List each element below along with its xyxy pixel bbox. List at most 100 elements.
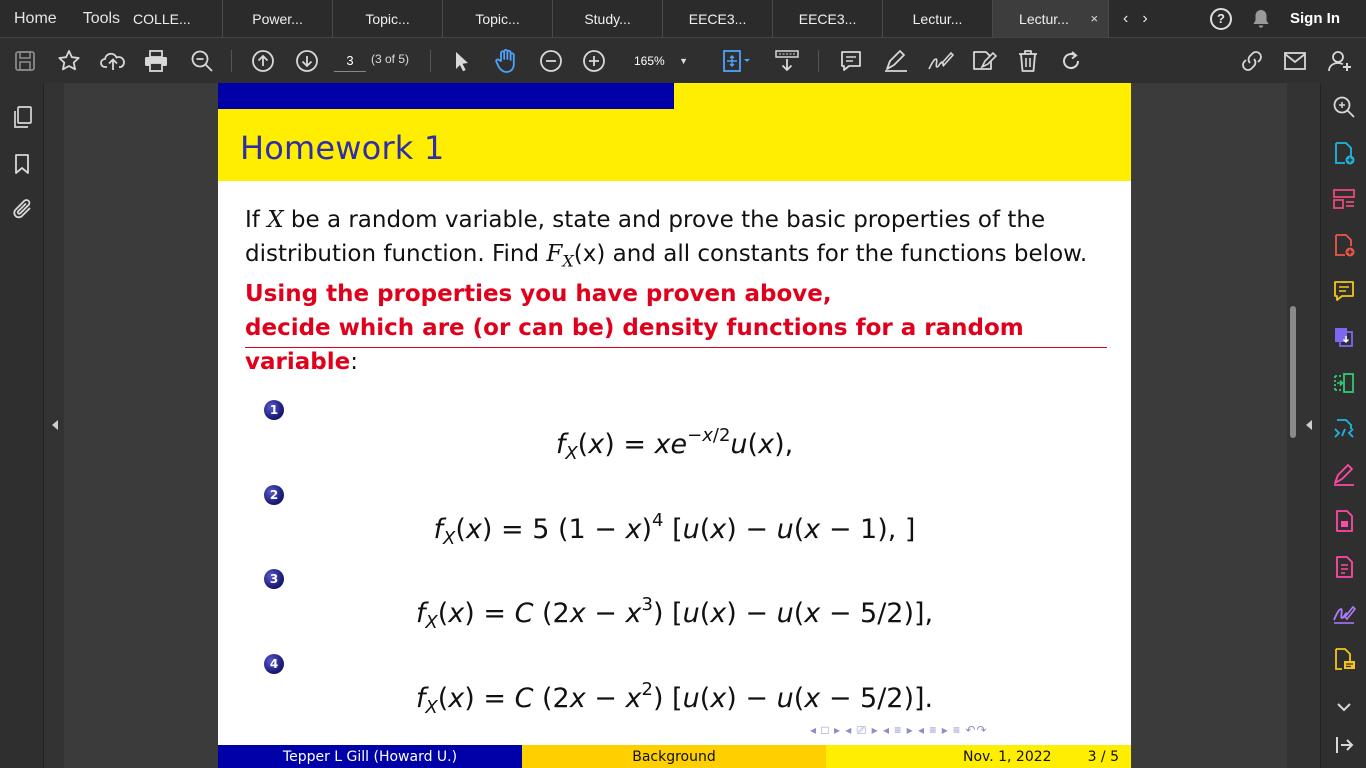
top-right-controls: ? Sign In	[1210, 0, 1366, 37]
statement-text-3: and all constants for the functions belo…	[605, 241, 1088, 267]
zoom-level-select[interactable]: 165% ▼	[622, 49, 698, 73]
formula-3: fX(x) = C (2x − x3) [u(x) − u(x − 5/2)],	[415, 594, 934, 633]
rotate-icon[interactable]	[1058, 38, 1084, 84]
attachment-paperclip-icon[interactable]	[12, 197, 34, 221]
scroll-mode-icon[interactable]	[772, 38, 802, 84]
organize-pages-icon[interactable]	[1332, 187, 1356, 211]
footer-date-page: Nov. 1, 2022 3 / 5	[826, 745, 1131, 768]
right-tools-rail	[1320, 83, 1366, 768]
chevron-down-icon[interactable]	[1332, 695, 1356, 719]
footer-page: 3 / 5	[1087, 748, 1119, 765]
alert-line-1: Using the properties you have proven abo…	[245, 281, 832, 307]
page-title: Homework 1	[240, 129, 445, 167]
sign-in-link[interactable]: Sign In	[1290, 10, 1340, 27]
home-link[interactable]: Home	[0, 0, 70, 37]
tools-link[interactable]: Tools	[70, 0, 133, 37]
tab-bar: Home Tools COLLE... Power... Topic... To…	[0, 0, 1366, 37]
doc-tab-active[interactable]: Lectur... ×	[992, 0, 1109, 37]
edit-text-icon[interactable]	[970, 38, 998, 84]
item-number-3: 3	[264, 569, 284, 589]
combine-files-icon[interactable]	[1332, 325, 1356, 349]
protect-icon[interactable]	[1332, 509, 1356, 533]
chevron-left-icon[interactable]: ‹	[1123, 10, 1128, 28]
email-icon[interactable]	[1282, 38, 1308, 84]
doc-tab-6[interactable]: EECE3...	[662, 0, 772, 37]
request-signature-icon[interactable]	[1332, 601, 1356, 625]
vertical-scrollbar-thumb[interactable]	[1290, 306, 1296, 438]
bell-icon[interactable]	[1252, 9, 1270, 29]
add-comment-icon[interactable]	[1332, 279, 1356, 303]
item-number-1: 1	[264, 400, 284, 420]
doc-tab-3[interactable]: Topic...	[332, 0, 442, 37]
cloud-upload-icon[interactable]	[100, 38, 126, 84]
help-icon[interactable]: ?	[1210, 7, 1232, 30]
footer-section: Background	[522, 745, 826, 768]
edit-pdf-icon[interactable]	[1332, 417, 1356, 441]
page-count-label: (3 of 5)	[371, 52, 410, 66]
doc-tab-2[interactable]: Power...	[222, 0, 332, 37]
fill-sign-icon[interactable]	[1332, 463, 1356, 487]
chevron-right-icon[interactable]: ›	[1142, 10, 1147, 28]
alert-line-2: decide which are (or can be) density fun…	[245, 315, 1024, 375]
doc-tab-active-label: Lectur...	[1019, 10, 1069, 27]
zoom-in-icon[interactable]	[581, 38, 607, 84]
highlight-pen-icon[interactable]	[882, 38, 910, 84]
item-number-2: 2	[264, 485, 284, 505]
page-thumbnails-icon[interactable]	[12, 105, 34, 129]
zoom-level-value: 165%	[634, 54, 665, 68]
pdf-page: Homework 1 If X be a random variable, st…	[218, 83, 1131, 768]
export-pdf-icon[interactable]	[1332, 233, 1356, 257]
bookmark-icon[interactable]	[12, 153, 32, 175]
statement-text-1: If	[245, 207, 268, 233]
footer-author: Tepper L Gill (Howard U.)	[218, 745, 522, 768]
alert-statement: Using the properties you have proven abo…	[245, 277, 1110, 379]
link-icon[interactable]	[1238, 38, 1266, 84]
slide-footer: Tepper L Gill (Howard U.) Background Nov…	[218, 745, 1131, 768]
previous-page-icon[interactable]	[250, 38, 276, 84]
problem-statement: If X be a random variable, state and pro…	[245, 203, 1115, 279]
sign-pen-icon[interactable]	[926, 38, 954, 84]
zoom-out-icon[interactable]	[538, 38, 564, 84]
statement-arg: (x)	[573, 241, 606, 267]
left-navigation-rail	[0, 83, 44, 768]
doc-tab-7[interactable]: EECE3...	[772, 0, 882, 37]
compress-pdf-icon[interactable]	[1332, 371, 1356, 395]
close-tab-icon[interactable]: ×	[1090, 11, 1098, 26]
beamer-navigation-symbols[interactable]: ◂ □ ▸ ◂ ⎚ ▸ ◂ ≡ ▸ ◂ ≡ ▸ ≡ ↶↷	[810, 723, 988, 738]
send-comments-icon[interactable]	[1332, 647, 1356, 671]
tab-scroll-arrows: ‹ ›	[1108, 0, 1166, 37]
alert-underline	[245, 347, 1107, 348]
collapse-left-panel-icon[interactable]	[52, 420, 58, 430]
statement-var-x: X	[267, 207, 284, 233]
toolbar: 3 (3 of 5) 165% ▼	[0, 37, 1366, 83]
print-icon[interactable]	[143, 38, 169, 84]
hand-tool-icon[interactable]	[493, 38, 519, 84]
zoom-search-icon[interactable]	[189, 38, 215, 84]
comment-icon[interactable]	[838, 38, 864, 84]
doc-tab-4[interactable]: Topic...	[442, 0, 552, 37]
item-number-4: 4	[264, 654, 284, 674]
create-pdf-icon[interactable]	[1332, 141, 1356, 165]
statement-var-f: F	[546, 241, 563, 267]
chevron-down-icon: ▼	[679, 56, 688, 66]
trash-icon[interactable]	[1015, 38, 1041, 84]
fit-page-icon[interactable]	[720, 38, 754, 84]
prepare-form-icon[interactable]	[1332, 555, 1356, 579]
add-user-icon[interactable]	[1326, 38, 1354, 84]
formula-4: fX(x) = C (2x − x2) [u(x) − u(x − 5/2)].	[415, 679, 934, 718]
next-page-icon[interactable]	[294, 38, 320, 84]
doc-tab-8[interactable]: Lectur...	[882, 0, 992, 37]
statement-sub-x: X	[562, 251, 574, 271]
save-icon[interactable]	[12, 38, 38, 84]
doc-tab-1[interactable]: COLLE...	[133, 0, 222, 37]
search-zoom-icon[interactable]	[1332, 95, 1356, 119]
alert-colon: :	[350, 349, 358, 375]
select-cursor-icon[interactable]	[450, 38, 474, 84]
doc-tab-5[interactable]: Study...	[552, 0, 662, 37]
collapse-right-panel-icon[interactable]	[1306, 420, 1312, 430]
page-number-input[interactable]: 3	[334, 50, 366, 72]
formula-1: fX(x) = xe−x/2u(x),	[555, 425, 794, 464]
header-blue-strip	[218, 83, 674, 109]
expand-panel-icon[interactable]	[1332, 733, 1356, 757]
bookmark-star-icon[interactable]	[56, 38, 82, 84]
